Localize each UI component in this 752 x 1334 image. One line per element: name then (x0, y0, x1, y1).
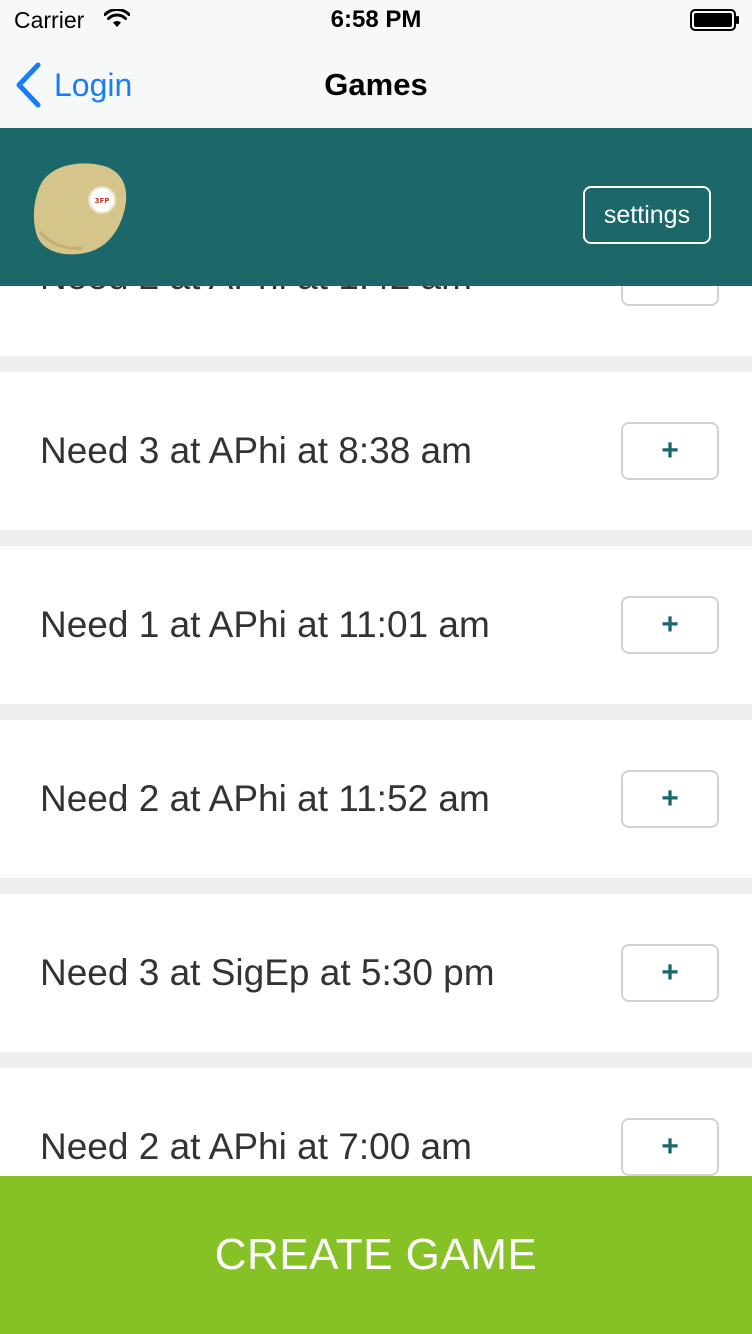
row-separator (0, 356, 752, 372)
game-row[interactable]: Need 3 at SigEp at 5:30 pm + (0, 894, 752, 1052)
game-label: Need 2 at APhi at 7:00 am (40, 1126, 472, 1167)
game-row[interactable]: Need 3 at APhi at 8:38 am + (0, 372, 752, 530)
game-row[interactable]: Need 2 at APhi at 11:52 am + (0, 720, 752, 878)
navigation-bar: Login Games (0, 40, 752, 128)
join-game-button[interactable]: + (621, 596, 719, 654)
status-time: 6:58 PM (330, 6, 422, 33)
row-separator (0, 1052, 752, 1068)
avatar-badge: 3FP (95, 197, 110, 205)
profile-avatar[interactable]: 3FP (30, 160, 130, 256)
page-title: Games (324, 67, 428, 102)
settings-button[interactable]: settings (583, 186, 711, 244)
join-game-button[interactable]: + (621, 1118, 719, 1176)
join-game-button[interactable]: + (621, 944, 719, 1002)
battery-icon (690, 9, 739, 31)
games-list[interactable]: Need 2 at APhi at 1:42 am+Need 3 at APhi… (0, 286, 752, 1176)
status-bar: Carrier 6:58 PM (0, 0, 752, 40)
game-row[interactable]: Need 2 at APhi at 1:42 am + (0, 286, 752, 356)
row-separator (0, 704, 752, 720)
game-label: Need 3 at APhi at 8:38 am (40, 430, 472, 471)
join-game-button[interactable]: + (621, 770, 719, 828)
game-row[interactable]: Need 2 at APhi at 7:00 am + (0, 1068, 752, 1176)
game-row[interactable]: Need 1 at APhi at 11:01 am + (0, 546, 752, 704)
join-game-button[interactable]: + (621, 422, 719, 480)
row-separator (0, 530, 752, 546)
create-game-button[interactable]: CREATE GAME (0, 1176, 752, 1334)
profile-header: 3FP settings (0, 128, 752, 286)
join-game-button[interactable]: + (621, 286, 719, 306)
game-label: Need 1 at APhi at 11:01 am (40, 604, 490, 645)
row-separator (0, 878, 752, 894)
screen: Carrier 6:58 PM Login Games 3FP settings… (0, 0, 752, 1334)
game-label: Need 3 at SigEp at 5:30 pm (40, 952, 495, 993)
game-label: Need 2 at APhi at 1:42 am (40, 286, 472, 298)
game-label: Need 2 at APhi at 11:52 am (40, 778, 490, 819)
